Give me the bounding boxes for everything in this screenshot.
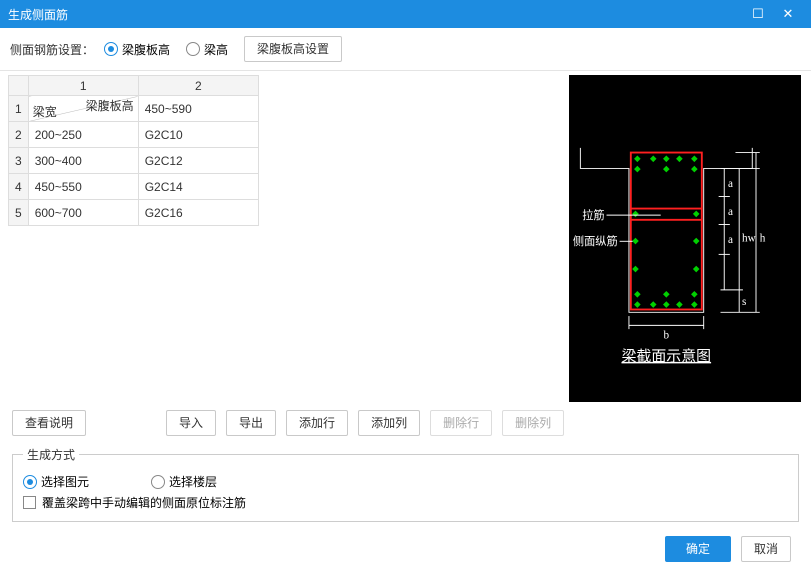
beam-section-diagram: 拉筋 侧面纵筋 a a a hw h s b	[569, 75, 801, 402]
radio-beam-height[interactable]: 梁高	[186, 41, 228, 58]
radio-select-floor[interactable]: 选择楼层	[151, 473, 217, 490]
table-cell[interactable]: 300~400	[28, 148, 138, 174]
view-description-button[interactable]: 查看说明	[12, 410, 86, 436]
diag-top-label: 梁腹板高	[86, 97, 134, 114]
genmode-legend: 生成方式	[23, 446, 79, 463]
row-number: 2	[9, 122, 29, 148]
rebar-settings-label: 侧面钢筋设置：	[10, 41, 94, 58]
diagonal-header-cell: 梁腹板高 梁宽	[28, 96, 138, 122]
add-row-button[interactable]: 添加行	[286, 410, 348, 436]
table-row[interactable]: 4 450~550 G2C14	[9, 174, 259, 200]
web-height-settings-button[interactable]: 梁腹板高设置	[244, 36, 342, 62]
corner-cell	[9, 76, 29, 96]
add-col-button[interactable]: 添加列	[358, 410, 420, 436]
ok-button[interactable]: 确定	[665, 536, 731, 562]
window-title: 生成侧面筋	[8, 6, 743, 23]
rebar-settings-row: 侧面钢筋设置： 梁腹板高 梁高 梁腹板高设置	[0, 28, 811, 71]
radio-icon	[104, 42, 118, 56]
dim-a: a	[728, 234, 733, 246]
radio-select-element[interactable]: 选择图元	[23, 473, 89, 490]
generation-mode-fieldset: 生成方式 选择图元 选择楼层 覆盖梁跨中手动编辑的侧面原位标注筋	[12, 446, 799, 522]
radio-icon	[186, 42, 200, 56]
table-cell[interactable]: 200~250	[28, 122, 138, 148]
radio-web-height[interactable]: 梁腹板高	[104, 41, 170, 58]
table-row[interactable]: 3 300~400 G2C12	[9, 148, 259, 174]
row-number: 5	[9, 200, 29, 226]
radio-web-height-label: 梁腹板高	[122, 41, 170, 58]
radio-beam-height-label: 梁高	[204, 41, 228, 58]
table-pane: 1 2 1 梁腹板高 梁宽 450~590 2 200~250 G2C10	[8, 75, 259, 402]
close-icon[interactable]: ✕	[773, 0, 803, 28]
col-header-2[interactable]: 2	[138, 76, 258, 96]
diagram-caption: 梁截面示意图	[621, 347, 711, 365]
table-cell[interactable]: G2C16	[138, 200, 258, 226]
table-cell[interactable]: 450~590	[138, 96, 258, 122]
radio-icon	[23, 475, 37, 489]
side-rebar-label: 侧面纵筋	[573, 234, 618, 248]
table-cell[interactable]: 600~700	[28, 200, 138, 226]
diag-bottom-label: 梁宽	[33, 103, 57, 120]
del-col-button[interactable]: 删除列	[502, 410, 564, 436]
row-number: 3	[9, 148, 29, 174]
dim-a: a	[728, 206, 733, 218]
table-row[interactable]: 1 梁腹板高 梁宽 450~590	[9, 96, 259, 122]
titlebar: 生成侧面筋 ☐ ✕	[0, 0, 811, 28]
table-row[interactable]: 2 200~250 G2C10	[9, 122, 259, 148]
row-number: 1	[9, 96, 29, 122]
footer: 确定 取消	[0, 526, 811, 574]
table-cell[interactable]: G2C14	[138, 174, 258, 200]
dim-b: b	[664, 329, 670, 341]
table-cell[interactable]: 450~550	[28, 174, 138, 200]
dim-s: s	[742, 296, 746, 308]
table-cell[interactable]: G2C12	[138, 148, 258, 174]
rebar-table[interactable]: 1 2 1 梁腹板高 梁宽 450~590 2 200~250 G2C10	[8, 75, 259, 226]
table-cell[interactable]: G2C10	[138, 122, 258, 148]
overwrite-checkbox[interactable]: 覆盖梁跨中手动编辑的侧面原位标注筋	[23, 494, 246, 511]
maximize-icon[interactable]: ☐	[743, 0, 773, 28]
button-row: 查看说明 导入 导出 添加行 添加列 删除行 删除列	[0, 402, 811, 444]
import-button[interactable]: 导入	[166, 410, 216, 436]
radio-select-element-label: 选择图元	[41, 473, 89, 490]
stirrup-label: 拉筋	[582, 208, 604, 222]
diagram-pane: 拉筋 侧面纵筋 a a a hw h s b	[569, 75, 801, 402]
radio-icon	[151, 475, 165, 489]
export-button[interactable]: 导出	[226, 410, 276, 436]
dim-hw: hw	[742, 232, 757, 244]
col-header-1[interactable]: 1	[28, 76, 138, 96]
dim-h: h	[760, 232, 766, 244]
main-area: 1 2 1 梁腹板高 梁宽 450~590 2 200~250 G2C10	[0, 71, 811, 402]
overwrite-label: 覆盖梁跨中手动编辑的侧面原位标注筋	[42, 494, 246, 511]
table-row[interactable]: 5 600~700 G2C16	[9, 200, 259, 226]
radio-select-floor-label: 选择楼层	[169, 473, 217, 490]
checkbox-icon	[23, 496, 36, 509]
cancel-button[interactable]: 取消	[741, 536, 791, 562]
row-number: 4	[9, 174, 29, 200]
del-row-button[interactable]: 删除行	[430, 410, 492, 436]
dim-a: a	[728, 178, 733, 190]
